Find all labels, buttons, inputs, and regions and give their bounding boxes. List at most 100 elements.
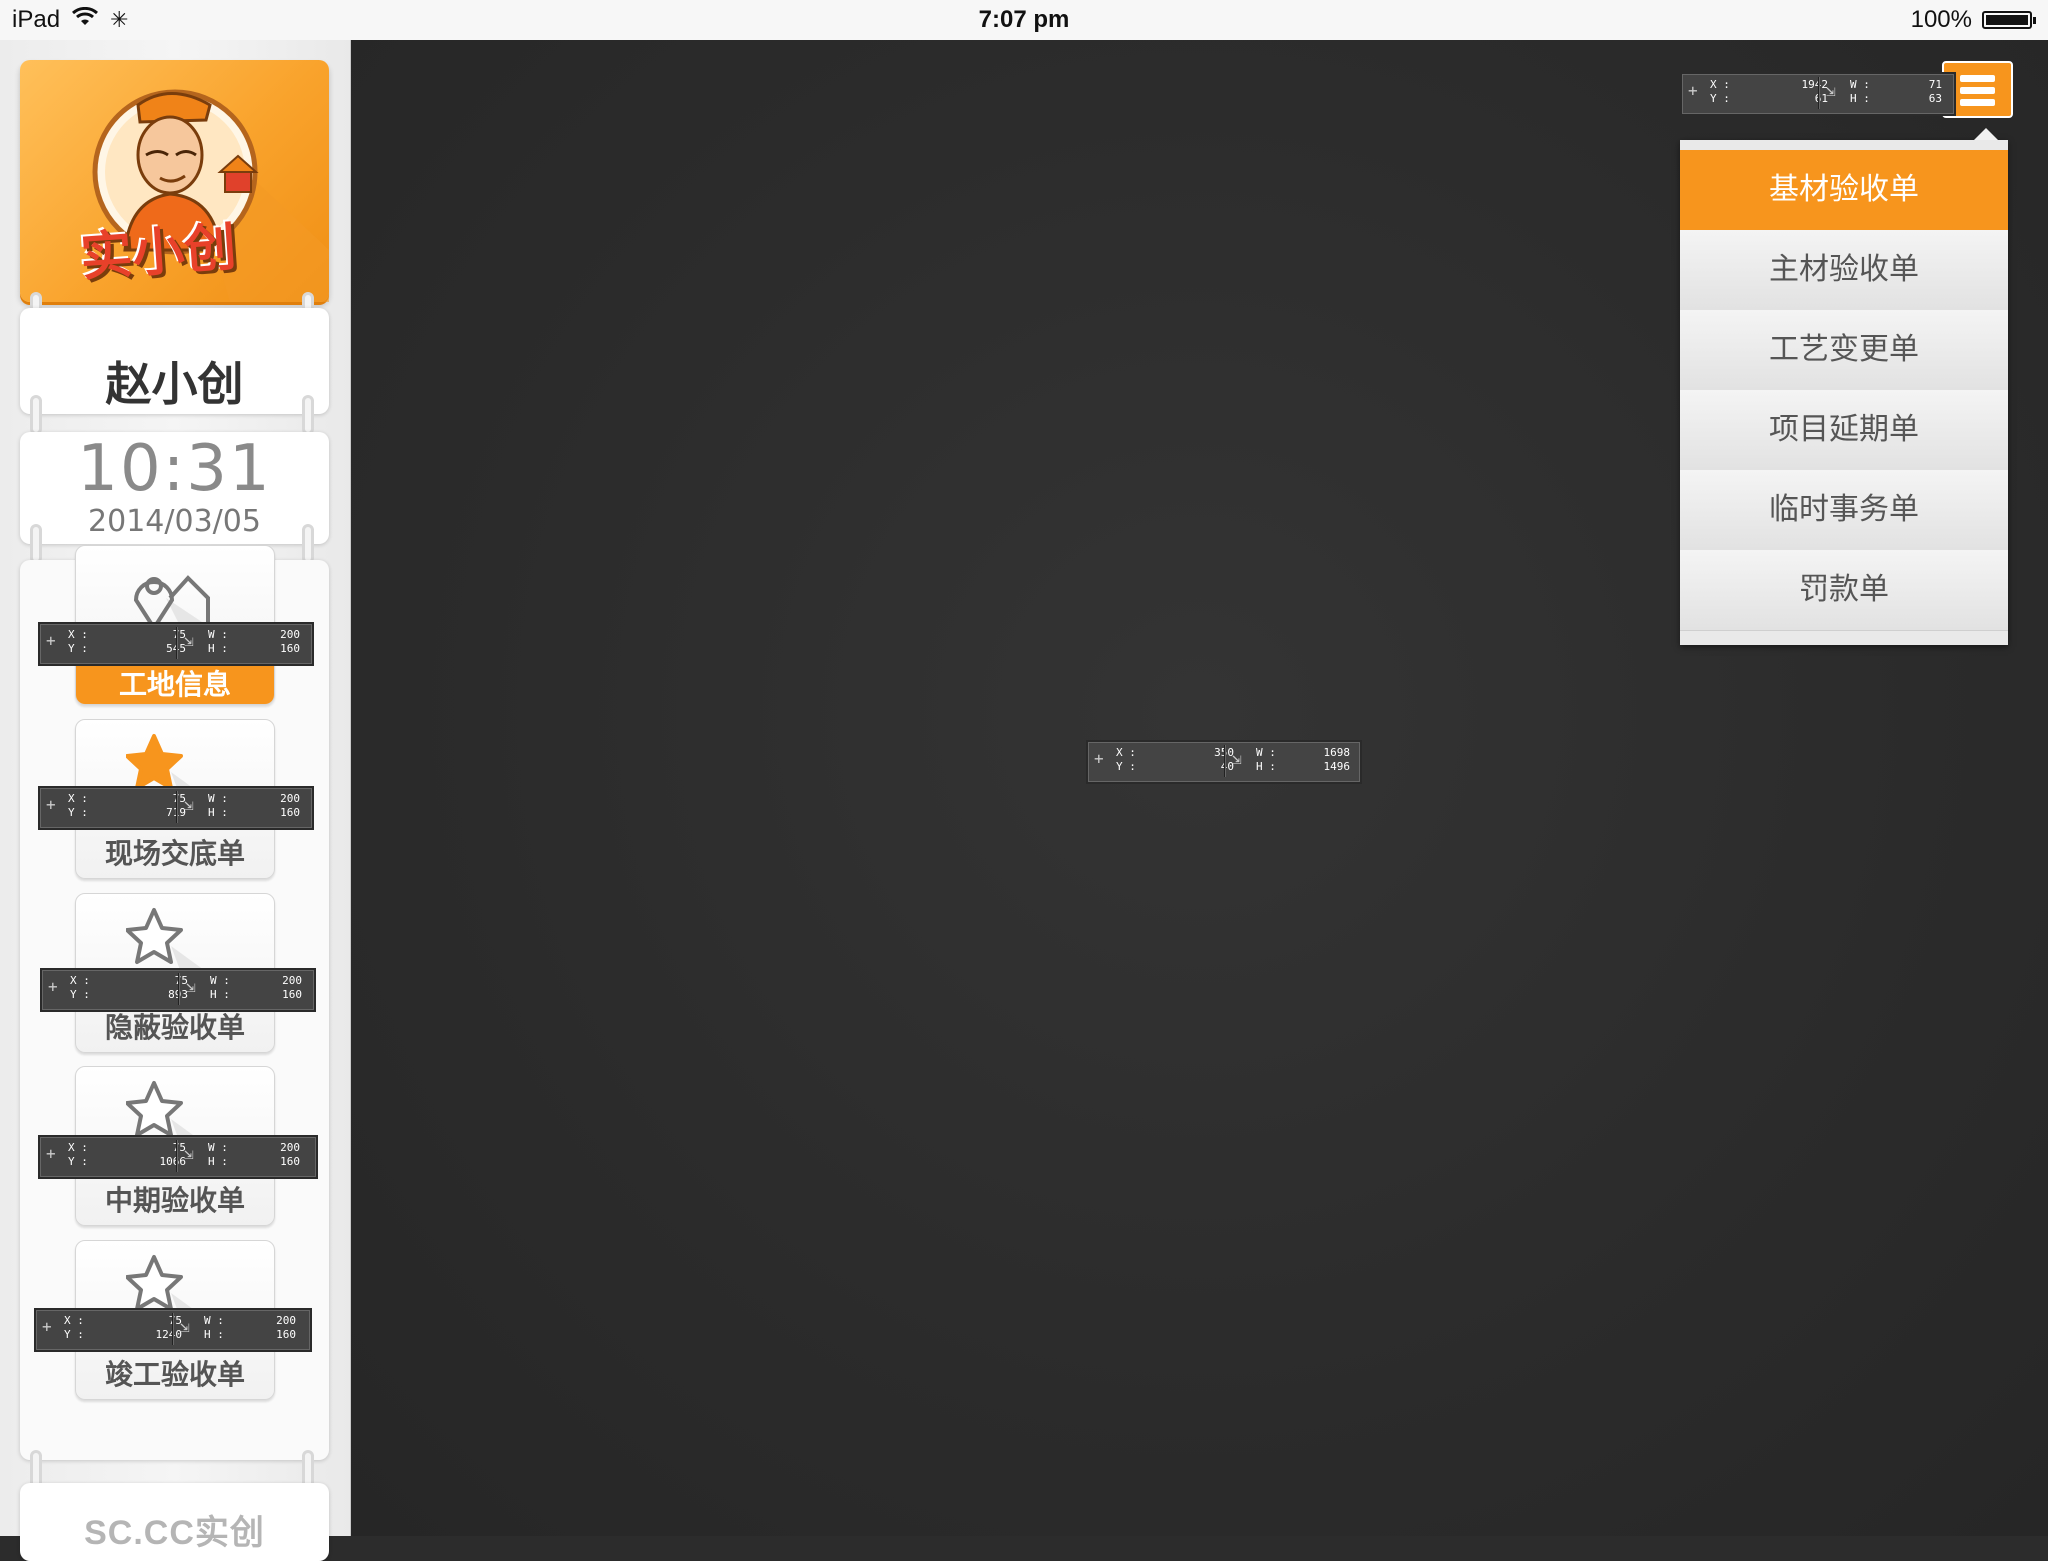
binder-ring [302,395,314,435]
size-icon: ⇲ [184,631,194,650]
binder-ring [302,524,314,564]
w-label: W : [1850,78,1870,91]
w-value: 200 [280,628,300,641]
x-label: X : [1710,78,1730,91]
w-label: W : [208,1141,228,1154]
menu-item-process-change[interactable]: 工艺变更单 [1680,310,2008,391]
overlay-divider [1224,745,1225,777]
size-icon: ⇲ [184,795,194,814]
h-value: 160 [280,806,300,819]
position-icon: + [1094,749,1104,768]
tile-label: 隐蔽验收单 [104,1011,245,1044]
overlay-divider [178,973,179,1005]
tile-label: 工地信息 [76,666,274,704]
status-bar: iPad ✳ 7:07 pm 100% [0,0,2048,41]
y-value: 61 [1814,92,1828,105]
menu-item-temporary-task[interactable]: 临时事务单 [1680,470,2008,551]
x-value: 75 [168,1314,182,1327]
footer-card: SC.CC实创 [20,1483,329,1561]
y-value: 719 [130,806,186,820]
y-value: 1240 [155,1328,183,1341]
clock-card: 10:31 2014/03/05 [20,432,329,544]
w-value: 71 [1928,78,1942,91]
y-label: Y : [68,642,88,655]
overlay-divider [176,1140,177,1172]
h-label: H : [210,988,230,1001]
w-value: 200 [280,1141,300,1154]
w-value: 1698 [1323,746,1351,759]
h-label: H : [1256,760,1276,773]
measurement-overlay: + X : Y : 75 719 ⇲ W : H : 200 160 [38,786,314,830]
position-icon: + [42,1317,52,1336]
x-value: 75 [172,1141,186,1154]
x-value: 75 [172,792,186,805]
size-icon: ⇲ [1232,749,1242,768]
tile-label: 竣工验收单 [104,1358,245,1391]
position-icon: + [46,631,56,650]
y-label: Y : [1710,92,1730,105]
h-label: H : [208,1155,228,1168]
position-icon: + [46,795,56,814]
tile-label: 中期验收单 [104,1184,245,1217]
w-value: 200 [280,792,300,805]
w-label: W : [210,974,230,987]
w-value: 200 [282,974,302,987]
y-value: 893 [132,988,188,1002]
menu-item-base-material[interactable]: 基材验收单 [1680,150,2008,231]
h-value: 1496 [1323,760,1351,773]
size-icon: ⇲ [180,1317,190,1336]
logo-text: 实小创 [78,217,239,289]
measurement-overlay: + X : Y : 75 545 ⇲ W : H : 200 160 [38,622,314,666]
h-value: 63 [1928,92,1942,105]
x-label: X : [68,1141,88,1154]
user-name: 赵小创 [105,357,244,411]
measurement-overlay: + X : Y : 75 1240 ⇲ W : H : 200 160 [34,1308,312,1352]
tile-label: 现场交底单 [104,837,245,870]
size-icon: ⇲ [184,1144,194,1163]
h-label: H : [1850,92,1870,105]
brand-footer: SC.CC实创 [84,1514,265,1552]
x-value: 75 [172,628,186,641]
binder-ring [30,524,42,564]
position-icon: + [1688,81,1698,100]
h-value: 160 [276,1328,296,1341]
w-label: W : [208,792,228,805]
battery-icon [1982,11,2036,29]
w-label: W : [208,628,228,641]
y-value: 40 [1220,760,1234,773]
measurement-overlay: + X : Y : 350 40 ⇲ W : H : 1698 1496 [1086,740,1362,784]
x-value: 75 [174,974,188,987]
h-value: 160 [282,988,302,1001]
h-label: H : [204,1328,224,1341]
form-menu-dropdown: 基材验收单 主材验收单 工艺变更单 项目延期单 临时事务单 罚款单 [1680,128,2008,645]
size-icon: ⇲ [1826,81,1836,100]
h-value: 160 [280,1155,300,1168]
position-icon: + [46,1144,56,1163]
x-label: X : [1116,746,1136,759]
x-label: X : [68,628,88,641]
menu-item-main-material[interactable]: 主材验收单 [1680,230,2008,311]
menu-item-project-delay[interactable]: 项目延期单 [1680,390,2008,471]
h-label: H : [208,806,228,819]
x-label: X : [68,792,88,805]
menu-item-penalty[interactable]: 罚款单 [1680,550,2008,631]
user-card: 赵小创 [20,308,329,414]
w-label: W : [204,1314,224,1327]
overlay-divider [172,1313,173,1345]
h-value: 160 [280,642,300,655]
w-value: 200 [276,1314,296,1327]
battery-percent: 100% [1910,6,1972,33]
binder-ring [30,395,42,435]
x-value: 350 [1178,746,1234,760]
overlay-divider [176,627,177,659]
logo-card: 实小创 [20,60,329,302]
y-label: Y : [70,988,90,1001]
y-label: Y : [64,1328,84,1341]
y-label: Y : [68,806,88,819]
measurement-overlay: + X : Y : 1942 61 ⇲ W : H : 71 63 [1680,72,1956,116]
measurement-overlay: + X : Y : 75 893 ⇲ W : H : 200 160 [40,968,316,1012]
h-label: H : [208,642,228,655]
overlay-divider [1818,77,1819,109]
w-label: W : [1256,746,1276,759]
x-value: 1942 [1801,78,1829,91]
